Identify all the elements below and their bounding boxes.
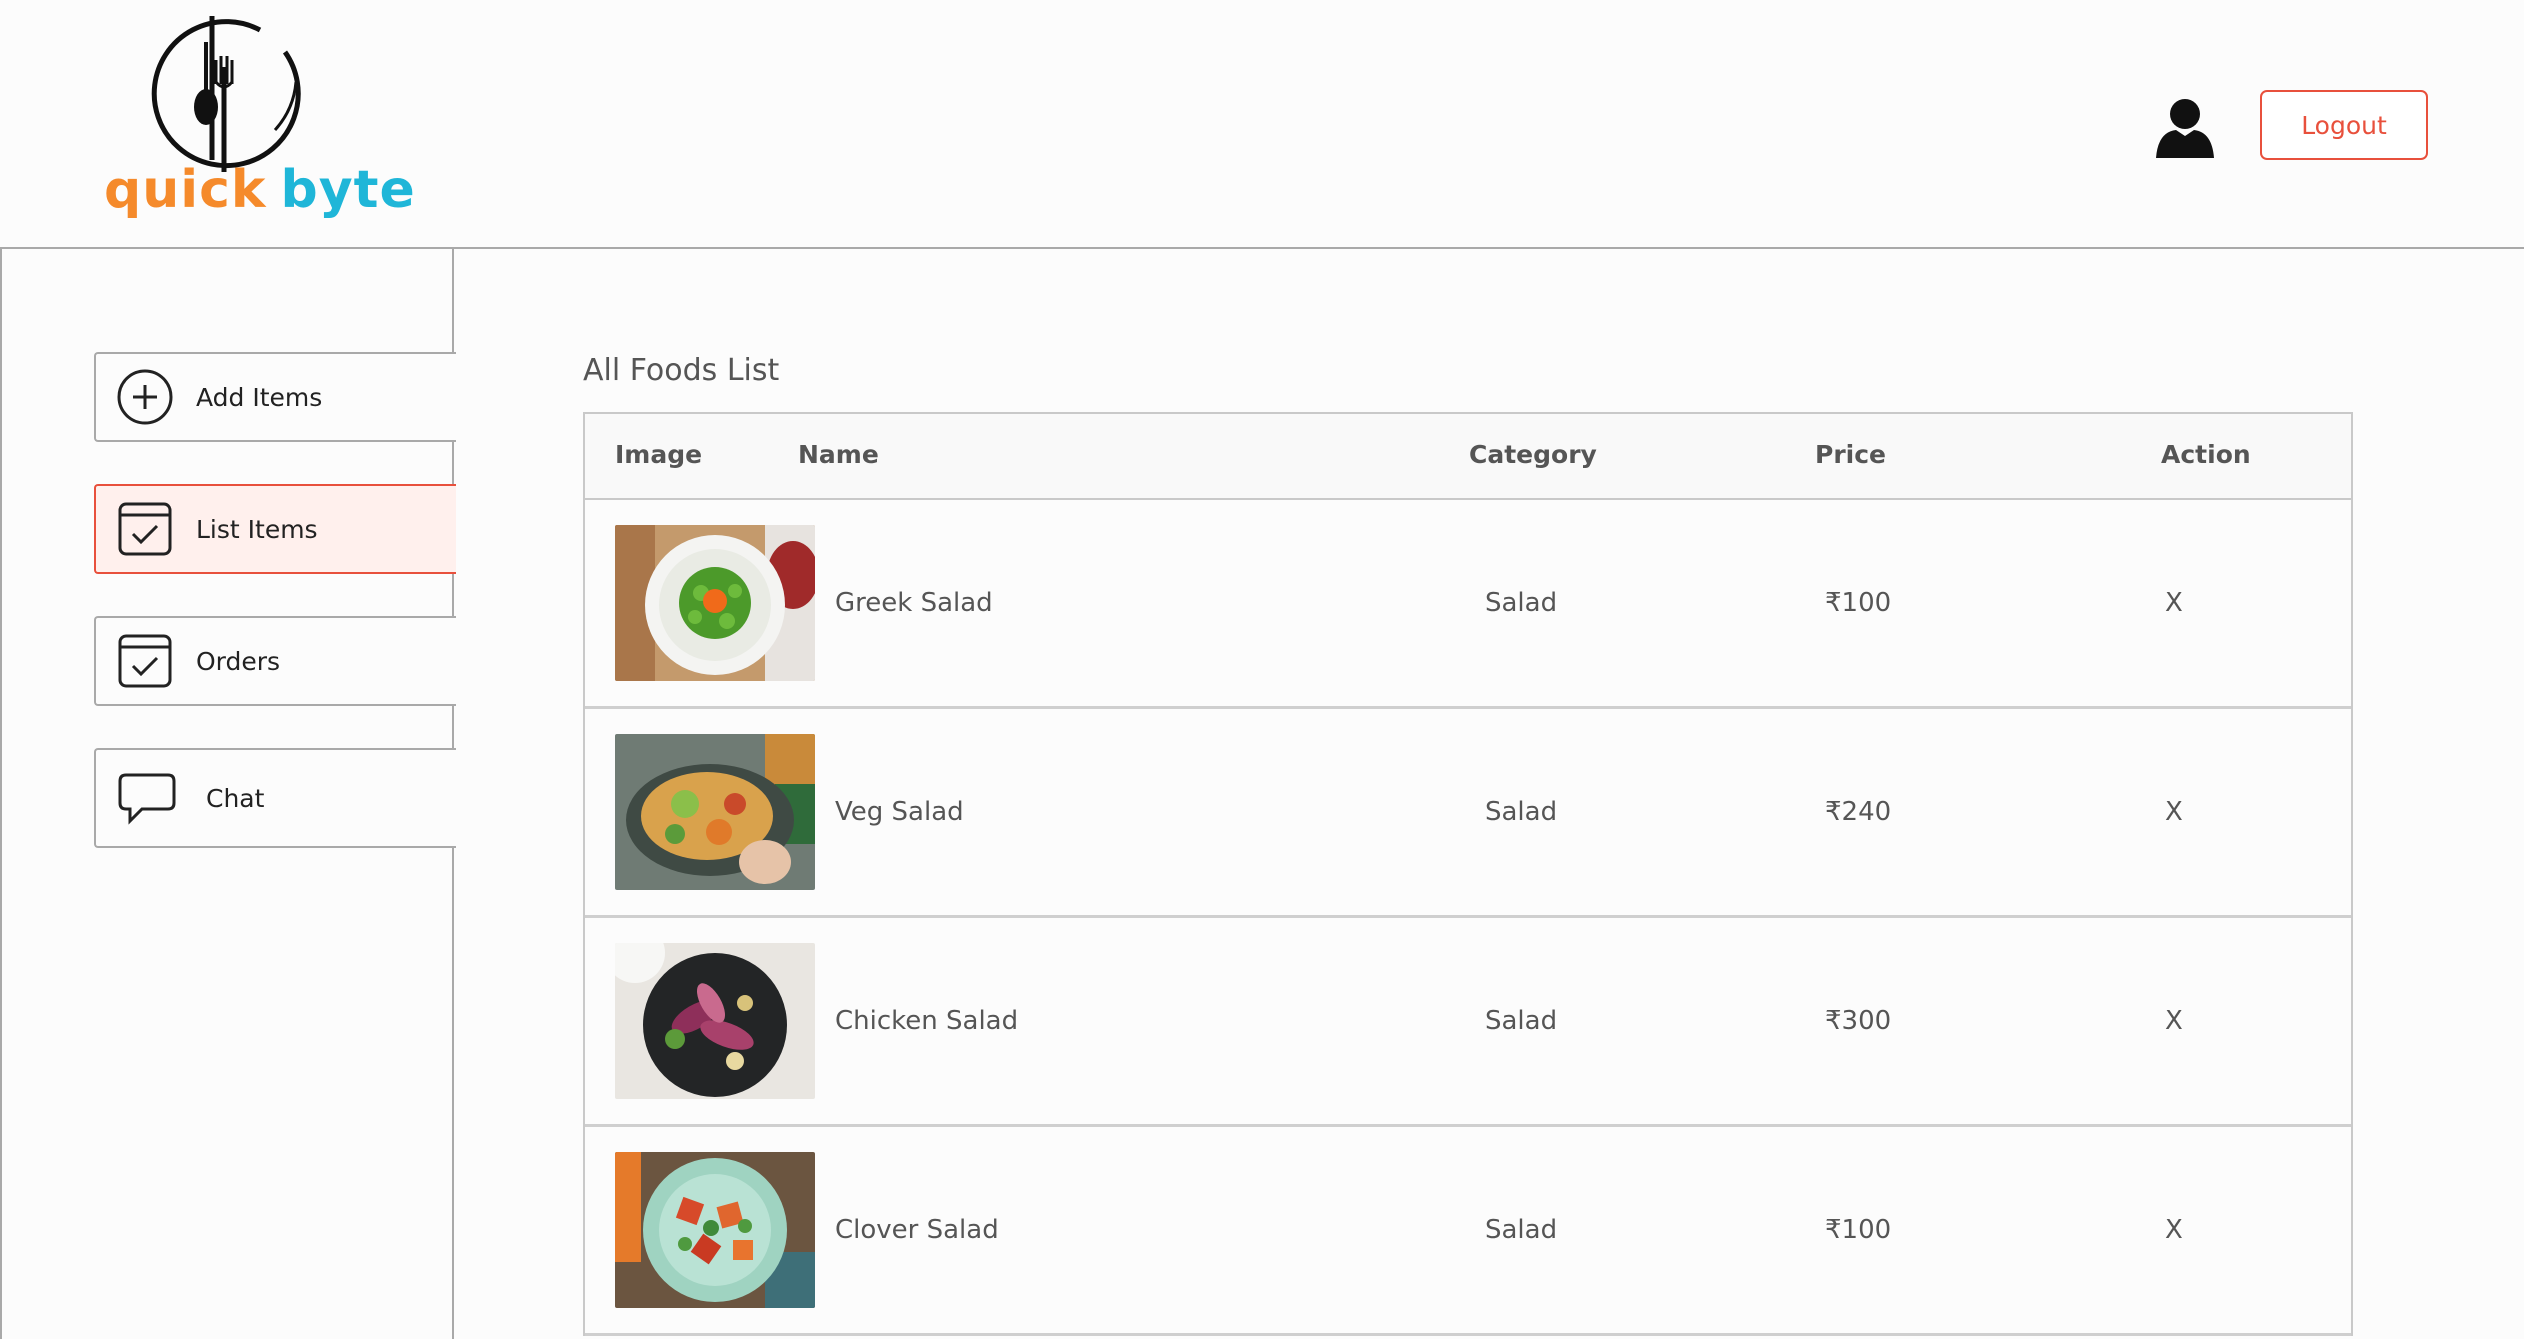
column-header-image: Image	[615, 440, 703, 469]
sidebar-item-label: Orders	[196, 646, 281, 676]
table-row: Veg Salad Salad ₹240 X	[585, 709, 2351, 918]
profile-icon[interactable]	[2152, 96, 2218, 158]
foods-table: Image Name Category Price Action Greek S…	[583, 412, 2353, 1336]
food-category: Salad	[1485, 1215, 1558, 1245]
column-header-name: Name	[798, 440, 879, 469]
column-header-action: Action	[2161, 440, 2251, 469]
food-price: ₹300	[1825, 1006, 1892, 1036]
food-name: Greek Salad	[835, 588, 993, 618]
food-name: Clover Salad	[835, 1215, 999, 1245]
sidebar-item-list-items[interactable]: List Items	[94, 484, 456, 574]
navbar: quick byte Logout	[0, 0, 2524, 249]
remove-item-button[interactable]: X	[2165, 1215, 2183, 1245]
chat-bubble-icon	[118, 773, 176, 825]
remove-item-button[interactable]: X	[2165, 1006, 2183, 1036]
sidebar-item-label: List Items	[196, 514, 318, 544]
page-title: All Foods List	[583, 353, 780, 388]
food-category: Salad	[1485, 797, 1558, 827]
food-category: Salad	[1485, 1006, 1558, 1036]
food-price: ₹240	[1825, 797, 1892, 827]
sidebar-item-label: Add Items	[196, 382, 323, 412]
checklist-icon	[118, 502, 172, 556]
table-row: Clover Salad Salad ₹100 X	[585, 1127, 2351, 1336]
food-image	[615, 943, 815, 1099]
brand-word-quick: quick	[104, 160, 267, 220]
table-header: Image Name Category Price Action	[585, 414, 2351, 500]
table-row: Greek Salad Salad ₹100 X	[585, 500, 2351, 709]
food-name: Chicken Salad	[835, 1006, 1019, 1036]
food-image	[615, 525, 815, 681]
add-circle-icon	[117, 369, 173, 425]
column-header-price: Price	[1815, 440, 1886, 469]
sidebar-item-chat[interactable]: Chat	[94, 748, 456, 848]
column-header-category: Category	[1469, 440, 1597, 469]
remove-item-button[interactable]: X	[2165, 588, 2183, 618]
brand-logo[interactable]: quick byte	[100, 12, 415, 237]
sidebar-item-add-items[interactable]: Add Items	[94, 352, 456, 442]
brand-word-byte: byte	[280, 160, 416, 220]
sidebar-item-label: Chat	[206, 783, 265, 813]
food-category: Salad	[1485, 588, 1558, 618]
food-image	[615, 1152, 815, 1308]
food-price: ₹100	[1825, 1215, 1892, 1245]
remove-item-button[interactable]: X	[2165, 797, 2183, 827]
food-price: ₹100	[1825, 588, 1892, 618]
fork-spoon-logo-icon	[151, 16, 301, 172]
table-row: Chicken Salad Salad ₹300 X	[585, 918, 2351, 1127]
brand-wordmark: quick byte	[104, 160, 416, 220]
logout-button[interactable]: Logout	[2260, 90, 2428, 160]
food-name: Veg Salad	[835, 797, 964, 827]
food-image	[615, 734, 815, 890]
sidebar-item-orders[interactable]: Orders	[94, 616, 456, 706]
checklist-icon	[118, 634, 172, 688]
sidebar: Add Items List Items Orders Chat	[0, 249, 456, 1339]
